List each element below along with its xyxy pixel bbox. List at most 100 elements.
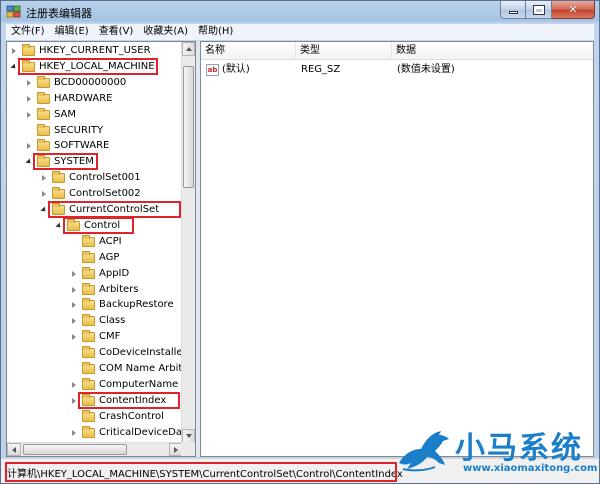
tree-node[interactable]: ComputerName <box>7 377 183 393</box>
highlight-box <box>78 391 181 409</box>
triangle-closed-icon <box>72 381 76 388</box>
menu-file[interactable]: 文件(F) <box>6 24 50 40</box>
triangle-open-icon <box>25 158 33 166</box>
tree-node[interactable]: SYSTEM <box>7 153 183 171</box>
tree-node[interactable]: CrashControl <box>7 409 183 425</box>
column-header-data[interactable]: 数据 <box>392 42 592 60</box>
folder-icon <box>22 44 35 56</box>
triangle-closed-icon <box>27 79 31 86</box>
expand-toggle[interactable] <box>69 297 79 313</box>
expand-toggle[interactable] <box>69 425 79 441</box>
tree-node[interactable]: SAM <box>7 107 183 123</box>
horizontal-scroll-thumb[interactable] <box>23 444 127 455</box>
vertical-scroll-thumb[interactable] <box>183 66 194 188</box>
tree-node[interactable]: ControlSet001 <box>7 170 183 186</box>
triangle-closed-icon <box>27 143 31 150</box>
menu-favorites[interactable]: 收藏夹(A) <box>138 24 193 40</box>
column-header-name[interactable]: 名称 <box>201 42 296 60</box>
value-list-pane[interactable]: 名称 类型 数据 ab (默认) REG_SZ (数值未设置) <box>200 41 594 457</box>
tree-vertical-scrollbar[interactable] <box>181 42 195 443</box>
tree-node[interactable]: HKEY_CURRENT_USER <box>7 43 183 59</box>
close-icon: ✕ <box>568 3 578 16</box>
triangle-closed-icon <box>42 175 46 182</box>
triangle-closed-icon <box>72 397 76 404</box>
expand-toggle[interactable] <box>24 75 34 91</box>
string-value-icon: ab <box>206 64 219 76</box>
scroll-down-button[interactable] <box>182 429 195 443</box>
triangle-open-icon <box>40 206 48 214</box>
scroll-up-button[interactable] <box>182 42 195 56</box>
tree-node[interactable]: Class <box>7 313 183 329</box>
tree-node[interactable]: ControlSet002 <box>7 186 183 202</box>
tree-node-label: CriticalDeviceDatabase <box>99 426 183 438</box>
status-path-highlight <box>5 462 397 482</box>
menu-view[interactable]: 查看(V) <box>94 24 139 40</box>
tree-node-label: ControlSet001 <box>69 172 141 184</box>
folder-icon <box>52 171 65 184</box>
minimize-button[interactable] <box>500 1 526 19</box>
maximize-icon <box>532 4 545 15</box>
triangle-closed-icon <box>72 286 76 293</box>
folder-icon <box>37 139 50 152</box>
folder-icon <box>82 362 95 374</box>
folder-icon <box>82 250 95 263</box>
folder-icon <box>82 346 95 359</box>
tree-node[interactable]: BackupRestore <box>7 297 183 313</box>
expand-toggle[interactable] <box>9 43 19 59</box>
key-tree: HKEY_CURRENT_USER HKEY_LOCAL_MACHINE BCD00… <box>7 42 183 443</box>
value-name: (默认) <box>222 64 250 75</box>
key-tree-pane[interactable]: HKEY_CURRENT_USER HKEY_LOCAL_MACHINE BCD00… <box>6 41 196 457</box>
menu-edit[interactable]: 编辑(E) <box>50 24 94 40</box>
tree-node-label: COM Name Arbiter <box>99 363 183 374</box>
tree-node-label: BackupRestore <box>99 299 174 311</box>
value-row[interactable]: ab (默认) REG_SZ (数值未设置) <box>201 62 593 78</box>
arrow-right-icon <box>174 446 178 453</box>
tree-node[interactable]: BCD00000000 <box>7 75 183 91</box>
tree-node-label: BCD00000000 <box>54 76 127 88</box>
tree-node-label: HARDWARE <box>54 92 113 104</box>
tree-node[interactable]: CriticalDeviceDatabase <box>7 425 183 441</box>
highlight-box <box>63 216 135 234</box>
tree-node[interactable]: Arbiters <box>7 282 183 298</box>
expand-toggle[interactable] <box>24 107 34 123</box>
tree-node-label: ComputerName <box>99 378 179 390</box>
expand-toggle[interactable] <box>69 377 79 393</box>
tree-node[interactable]: CMF <box>7 329 183 345</box>
menu-help[interactable]: 帮助(H) <box>193 24 238 40</box>
tree-horizontal-scrollbar[interactable] <box>7 442 183 456</box>
tree-node[interactable]: Control <box>7 216 183 234</box>
tree-node-label: ControlSet002 <box>69 188 141 200</box>
tree-node[interactable]: COM Name Arbiter <box>7 361 183 377</box>
tree-node[interactable]: HKEY_LOCAL_MACHINE <box>7 57 183 75</box>
column-header-type[interactable]: 类型 <box>296 42 392 60</box>
tree-node[interactable]: ContentIndex <box>7 391 183 409</box>
expand-toggle[interactable] <box>24 138 34 154</box>
expand-toggle[interactable] <box>39 186 49 202</box>
tree-node[interactable]: AGP <box>7 250 183 266</box>
folder-icon <box>82 266 95 279</box>
tree-node[interactable]: ACPI <box>7 234 183 250</box>
tree-node-label: Arbiters <box>99 283 139 295</box>
folder-icon <box>82 377 95 390</box>
tree-node[interactable]: CurrentControlSet <box>7 201 183 218</box>
expand-toggle[interactable] <box>39 170 49 186</box>
tree-node-label: ACPI <box>99 235 122 247</box>
regedit-icon <box>6 5 21 18</box>
expand-toggle[interactable] <box>24 91 34 107</box>
expand-toggle[interactable] <box>69 313 79 329</box>
maximize-button[interactable] <box>526 1 552 19</box>
scroll-corner <box>181 442 195 456</box>
triangle-closed-icon <box>12 48 16 54</box>
expand-toggle[interactable] <box>69 282 79 298</box>
expand-toggle[interactable] <box>69 329 79 345</box>
tree-node[interactable]: AppID <box>7 266 183 282</box>
expand-toggle[interactable] <box>69 266 79 282</box>
tree-node[interactable]: SOFTWARE <box>7 138 183 154</box>
highlight-box <box>48 201 182 218</box>
scroll-left-button[interactable] <box>7 443 21 456</box>
tree-node[interactable]: CoDeviceInstallers <box>7 345 183 361</box>
tree-node[interactable]: HARDWARE <box>7 91 183 107</box>
title-bar[interactable]: 注册表编辑器 ✕ <box>1 1 599 23</box>
tree-node[interactable]: SECURITY <box>7 123 183 139</box>
close-button[interactable]: ✕ <box>552 1 595 19</box>
